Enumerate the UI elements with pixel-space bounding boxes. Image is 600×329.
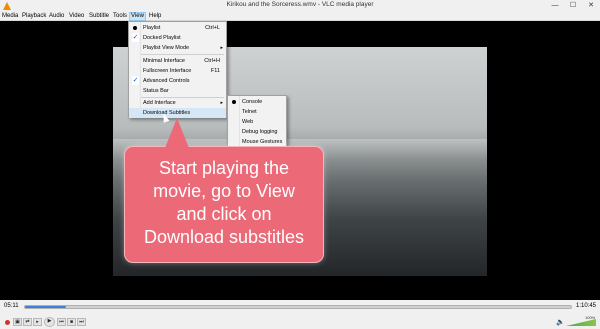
interface-console[interactable]: Console (228, 97, 286, 107)
callout-text: Start playing the movie, go to View and … (143, 158, 305, 247)
seek-progress (25, 306, 66, 308)
elapsed-time: 05:11 (4, 303, 19, 309)
view-menu-dropdown: Playlist Ctrl+L ✓ Docked Playlist Playli… (128, 21, 227, 118)
view-menu-download-subtitles[interactable]: Download Subtitles (129, 108, 226, 118)
interface-web[interactable]: Web (228, 117, 286, 127)
view-menu-docked-playlist[interactable]: ✓ Docked Playlist (129, 33, 226, 43)
maximize-button[interactable]: ☐ (566, 1, 580, 10)
interface-telnet[interactable]: Telnet (228, 107, 286, 117)
checkmark-icon: ✓ (132, 76, 139, 85)
minimize-button[interactable]: — (548, 1, 562, 10)
menu-playback[interactable]: Playback (22, 12, 46, 21)
view-menu-playlist[interactable]: Playlist Ctrl+L (129, 23, 226, 33)
total-time: 1:10:45 (576, 303, 597, 309)
title-bar: Kirikou and the Sorceress.wmv - VLC medi… (0, 0, 600, 12)
playback-controls: 05:11 1:10:45 ▣ ⇄ ▸ ▶ ⏮ ■ ⏭ 🔈 100% (0, 300, 600, 329)
menu-view[interactable]: View (129, 12, 146, 21)
play-button[interactable]: ▶ (44, 317, 55, 327)
record-icon[interactable] (5, 320, 10, 325)
view-menu-fullscreen-interface[interactable]: Fullscreen Interface F11 (129, 66, 226, 76)
frame-step-button[interactable]: ▸ (33, 318, 42, 326)
menu-separator (141, 54, 224, 55)
view-menu-add-interface[interactable]: Add Interface ▸ (129, 98, 226, 108)
view-menu-advanced-controls[interactable]: ✓ Advanced Controls (129, 76, 226, 86)
menu-subtitle[interactable]: Subtitle (89, 12, 109, 21)
next-button[interactable]: ⏭ (77, 318, 86, 326)
tutorial-callout: Start playing the movie, go to View and … (124, 146, 324, 263)
radio-dot-icon (232, 100, 236, 104)
callout-pointer (165, 118, 189, 148)
menu-tools[interactable]: Tools (113, 12, 127, 21)
submenu-arrow-icon: ▸ (220, 45, 223, 51)
speaker-icon[interactable]: 🔈 (556, 318, 565, 326)
loop-ab-button[interactable]: ⇄ (23, 318, 32, 326)
stop-button[interactable]: ■ (67, 318, 76, 326)
menu-help[interactable]: Help (149, 12, 161, 21)
menu-bar: Media Playback Audio Video Subtitle Tool… (0, 12, 600, 21)
previous-button[interactable]: ⏮ (57, 318, 66, 326)
submenu-arrow-icon: ▸ (220, 100, 223, 106)
radio-dot-icon (133, 26, 137, 30)
checkmark-icon: ✓ (132, 33, 139, 42)
volume-slider[interactable] (566, 319, 596, 326)
menu-video[interactable]: Video (69, 12, 84, 21)
add-interface-submenu: Console Telnet Web Debug logging Mouse G… (227, 95, 287, 147)
snapshot-button[interactable]: ▣ (13, 318, 22, 326)
close-button[interactable]: ✕ (584, 1, 598, 10)
window-title: Kirikou and the Sorceress.wmv - VLC medi… (226, 1, 374, 8)
volume-percent: 100% (585, 315, 596, 320)
view-menu-minimal-interface[interactable]: Minimal Interface Ctrl+H (129, 56, 226, 66)
view-menu-playlist-view-mode[interactable]: Playlist View Mode ▸ (129, 43, 226, 53)
menu-media[interactable]: Media (2, 12, 18, 21)
seek-bar[interactable] (24, 305, 572, 309)
view-menu-status-bar[interactable]: Status Bar (129, 86, 226, 96)
interface-debug-logging[interactable]: Debug logging (228, 127, 286, 137)
menu-audio[interactable]: Audio (49, 12, 64, 21)
